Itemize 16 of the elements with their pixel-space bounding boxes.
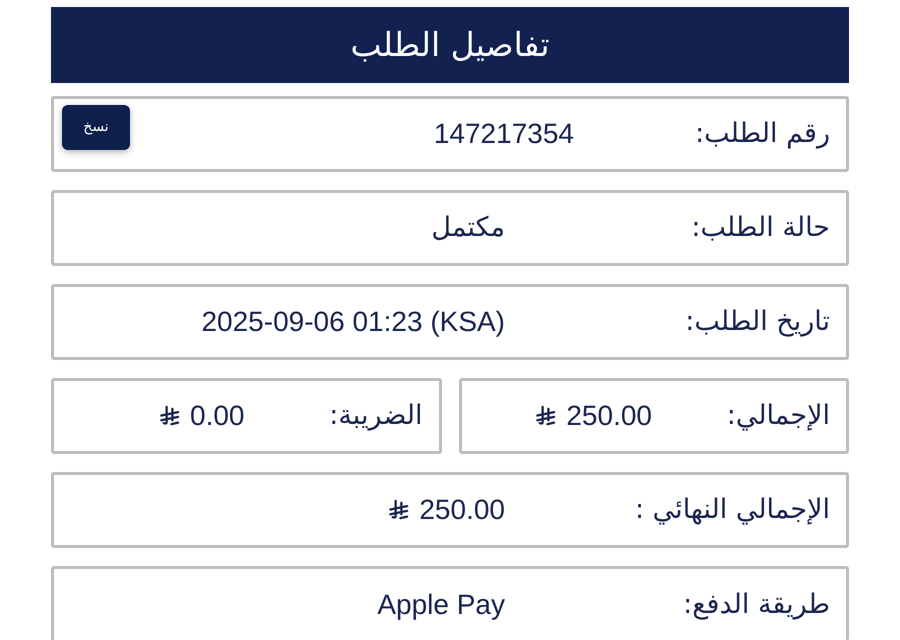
field-label: رقم الطلب: (695, 117, 830, 152)
field-label: تاريخ الطلب: (685, 305, 830, 340)
field-value: 250.00 (566, 398, 652, 433)
field-value: 0.00 (190, 398, 244, 433)
page-title: تفاصيل الطلب (350, 25, 550, 65)
field-value: 250.00 (419, 492, 505, 527)
field-label: الإجمالي: (726, 399, 830, 434)
field-value: مكتمل (431, 211, 505, 246)
copy-button[interactable]: نسخ (62, 104, 130, 150)
field-value: 2025-09-06 01:23 (KSA) (201, 304, 505, 339)
field-value: 147217354 (434, 116, 574, 151)
field-label: الإجمالي النهائي : (635, 493, 830, 528)
field-label: طريقة الدفع: (683, 588, 830, 622)
field-label: حالة الطلب: (691, 211, 830, 246)
field-value: Apple Pay (377, 588, 505, 622)
field-label: الضريبة: (329, 399, 422, 434)
